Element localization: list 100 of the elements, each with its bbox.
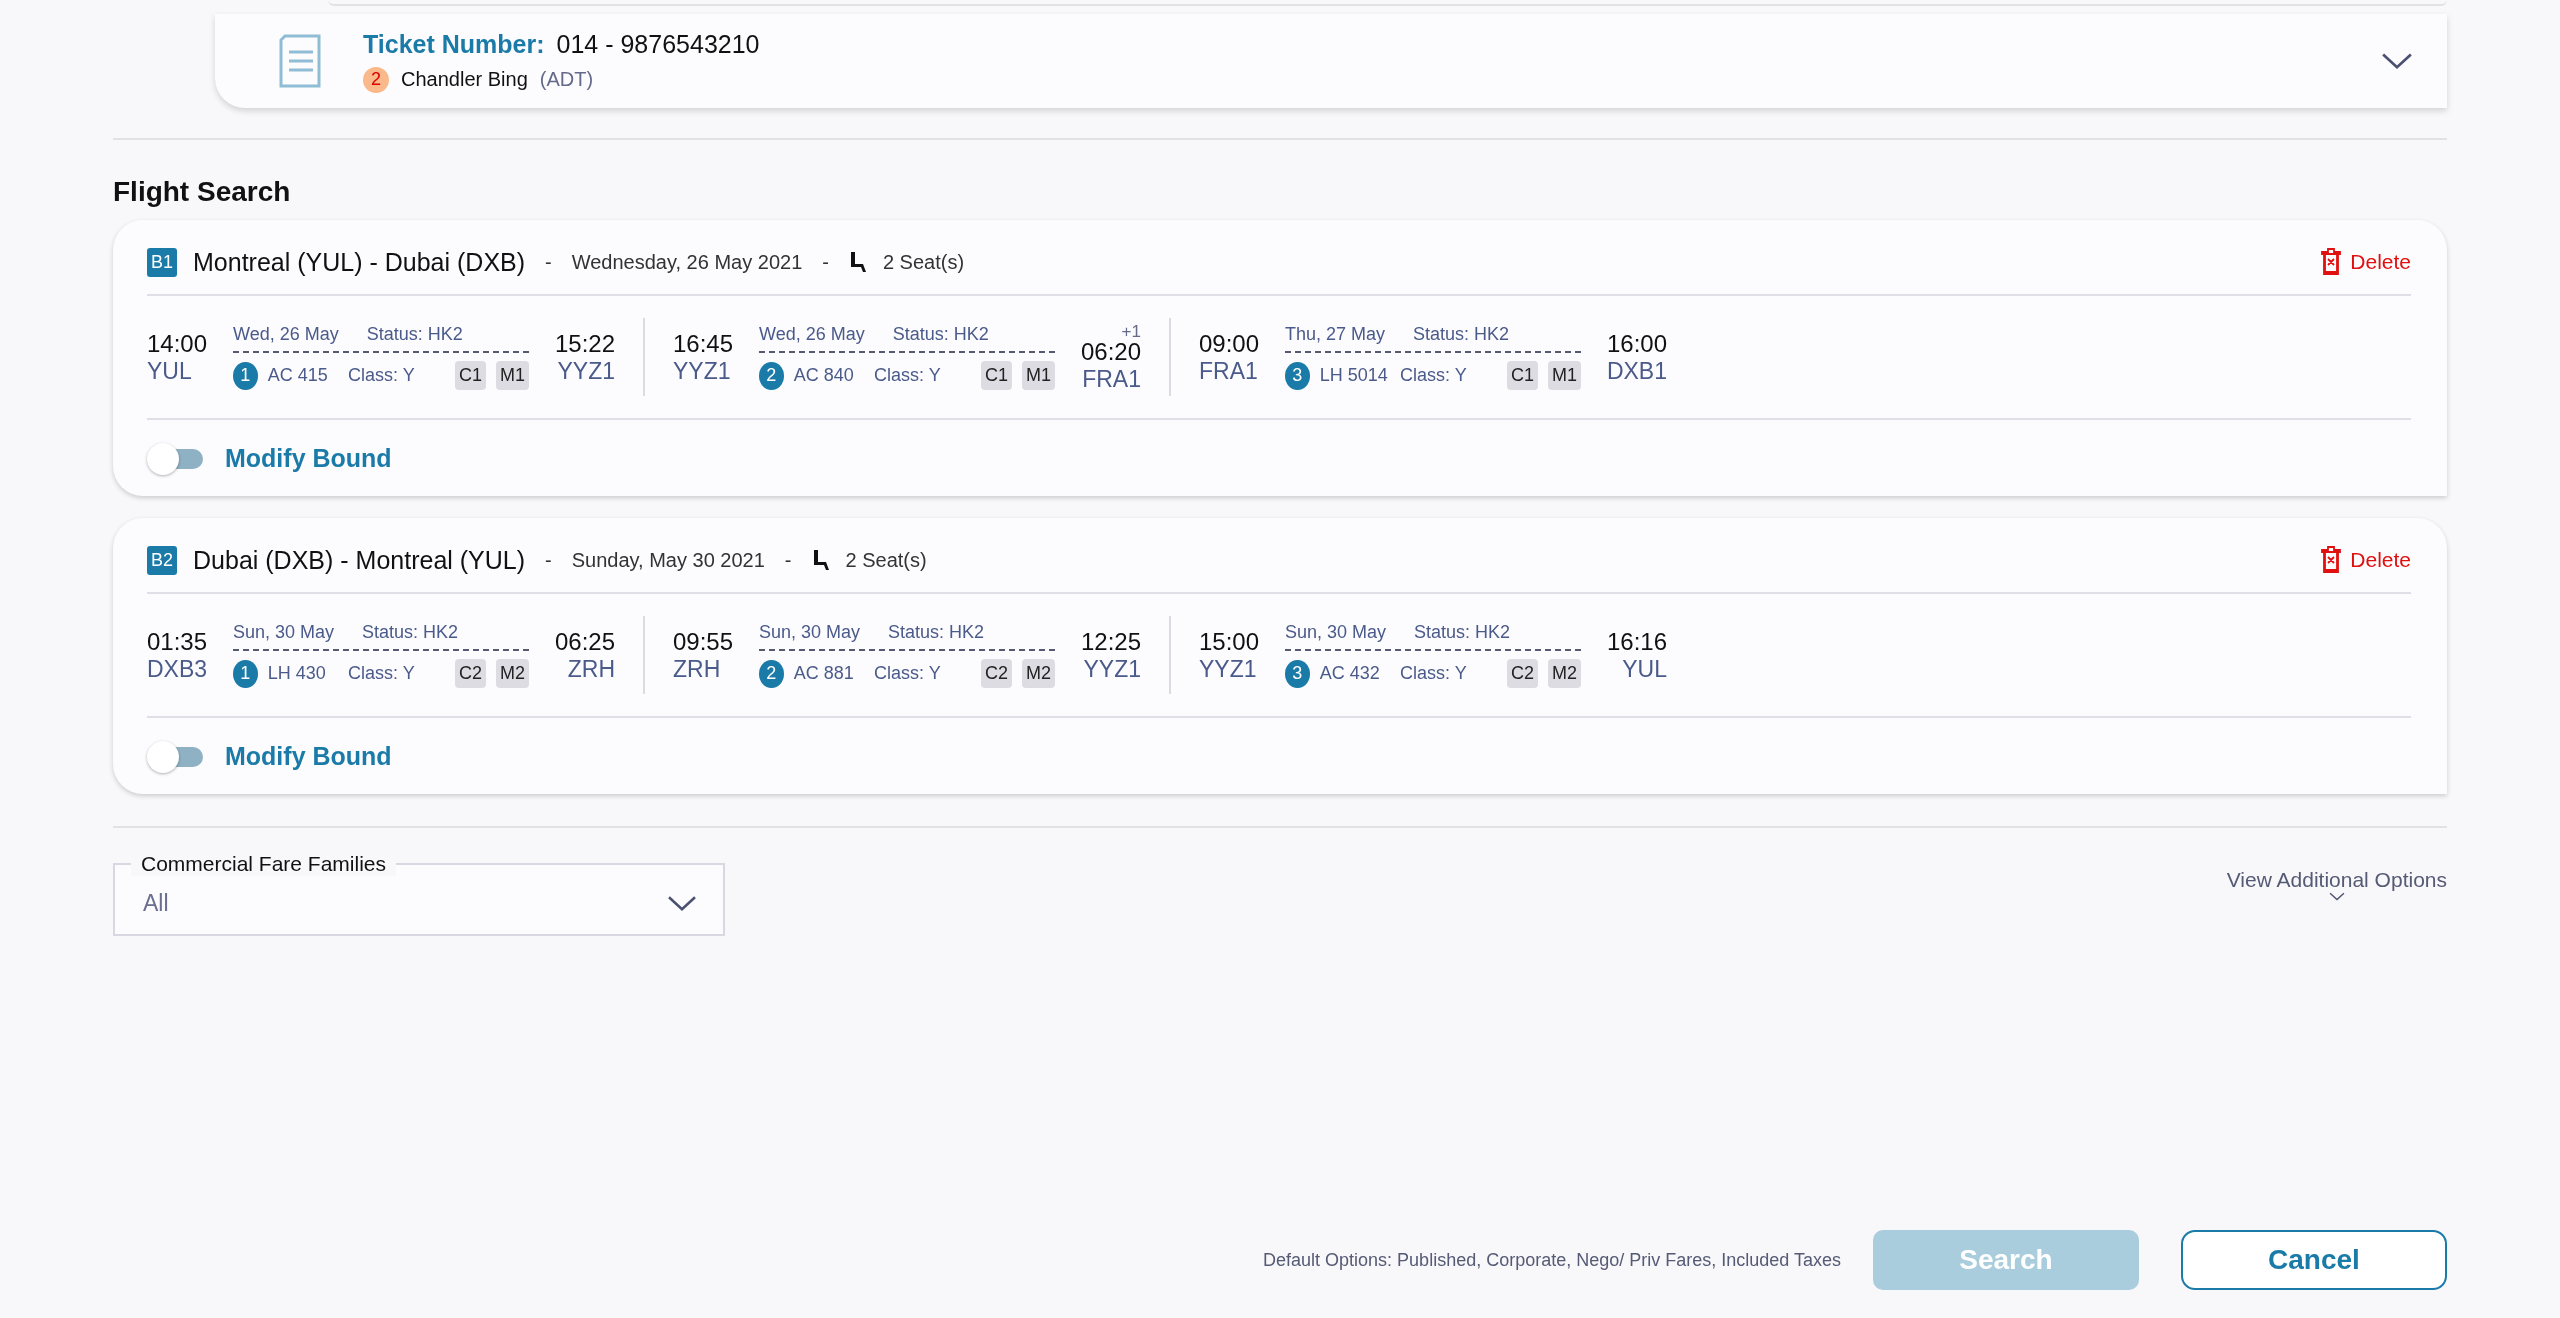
departure-airport: FRA1 xyxy=(1199,357,1258,385)
ticket-number-label: Ticket Number: xyxy=(363,29,545,59)
cancel-button[interactable]: Cancel xyxy=(2181,1230,2447,1290)
segment-status: Status: HK2 xyxy=(892,324,989,345)
separator-dash: - xyxy=(545,250,552,274)
flight-number: LH 5014 xyxy=(1319,365,1389,386)
fare-tag: C1 xyxy=(454,361,486,390)
flight-number: AC 415 xyxy=(267,365,329,386)
flight-number: AC 840 xyxy=(793,365,855,386)
departure-time: 16:45 xyxy=(673,329,734,358)
fare-tag: C2 xyxy=(980,659,1012,688)
fare-tag: M2 xyxy=(1022,659,1055,688)
section-title: Flight Search xyxy=(113,176,292,208)
segment-status: Status: HK2 xyxy=(1413,324,1510,345)
fare-tag: M2 xyxy=(496,659,529,688)
booking-class: Class: Y xyxy=(1400,365,1468,386)
departure-airport: YYZ1 xyxy=(1199,655,1257,683)
view-options-link[interactable]: View Additional Options xyxy=(2226,868,2447,901)
arrival-airport: YYZ1 xyxy=(557,357,615,385)
seat-icon xyxy=(811,549,830,571)
segment-date: Thu, 27 May xyxy=(1285,324,1386,345)
trash-icon xyxy=(2320,546,2343,574)
arrival-time: 12:25 xyxy=(1080,627,1141,656)
departure-time: 09:00 xyxy=(1199,329,1260,358)
arrival-time: 15:22 xyxy=(554,329,615,358)
segment-number: 1 xyxy=(233,659,258,688)
chevron-down-icon xyxy=(667,894,697,912)
ticket-number: 014 - 9876543210 xyxy=(556,29,760,59)
segment-number: 3 xyxy=(1285,361,1310,390)
separator-dash: - xyxy=(822,250,829,274)
departure-airport: ZRH xyxy=(673,655,721,683)
modify-bound-toggle[interactable] xyxy=(147,741,203,771)
bound-route: Dubai (DXB) - Montreal (YUL) xyxy=(193,545,526,575)
fare-tag: C1 xyxy=(1506,361,1538,390)
departure-time: 14:00 xyxy=(147,329,208,358)
bound-route: Montreal (YUL) - Dubai (DXB) xyxy=(193,247,526,277)
toggle-label: Modify Bound xyxy=(225,741,392,771)
trash-icon xyxy=(2320,248,2343,276)
flight-number: LH 430 xyxy=(267,663,327,684)
departure-time: 01:35 xyxy=(147,627,208,656)
caret-icon xyxy=(2328,892,2345,901)
booking-class: Class: Y xyxy=(874,663,942,684)
passenger-name: Chandler Bing xyxy=(401,68,528,91)
segment-number: 1 xyxy=(233,361,258,390)
segment-date: Wed, 26 May xyxy=(759,324,865,345)
fare-tag: M1 xyxy=(496,361,529,390)
segment-number: 2 xyxy=(759,659,784,688)
departure-time: 15:00 xyxy=(1199,627,1260,656)
seat-count: 2 Seat(s) xyxy=(882,250,965,274)
booking-class: Class: Y xyxy=(1400,663,1468,684)
booking-class: Class: Y xyxy=(348,663,416,684)
segment-date: Wed, 26 May xyxy=(233,324,339,345)
flight-number: AC 432 xyxy=(1319,663,1381,684)
arrival-airport: ZRH xyxy=(567,655,615,683)
arrival-time: 06:25 xyxy=(554,627,615,656)
segment-date: Sun, 30 May xyxy=(1285,622,1387,643)
bound-badge: B1 xyxy=(147,247,178,277)
seat-icon xyxy=(848,251,867,273)
booking-class: Class: Y xyxy=(348,365,416,386)
bound-date: Wednesday, 26 May 2021 xyxy=(571,250,803,274)
departure-airport: DXB3 xyxy=(147,655,208,683)
booking-class: Class: Y xyxy=(874,365,942,386)
passenger-type: (ADT) xyxy=(539,68,594,91)
document-icon xyxy=(277,34,323,88)
bound-date: Sunday, May 30 2021 xyxy=(571,548,765,572)
flight-number: AC 881 xyxy=(793,663,855,684)
fare-tag: M1 xyxy=(1548,361,1581,390)
toggle-label: Modify Bound xyxy=(225,443,392,473)
separator-dash: - xyxy=(545,548,552,572)
departure-airport: YUL xyxy=(147,357,192,385)
delete-button[interactable]: Delete xyxy=(2320,248,2411,276)
segment-status: Status: HK2 xyxy=(366,324,463,345)
departure-airport: YYZ1 xyxy=(673,357,731,385)
segment-status: Status: HK2 xyxy=(888,622,985,643)
modify-bound-toggle[interactable] xyxy=(147,443,203,473)
segment-number: 2 xyxy=(759,361,784,390)
departure-time: 09:55 xyxy=(673,627,734,656)
segment-number: 3 xyxy=(1285,659,1310,688)
fare-tag: C2 xyxy=(454,659,486,688)
default-options-note: Default Options: Published, Corporate, Nego/ Priv Fares, Included Taxes xyxy=(1263,1249,1841,1271)
seat-count: 2 Seat(s) xyxy=(845,548,927,572)
arrival-airport: YYZ1 xyxy=(1083,655,1141,683)
separator-dash: - xyxy=(784,548,792,572)
passenger-number: 2 xyxy=(363,66,389,93)
fare-tag: M1 xyxy=(1022,361,1055,390)
arrival-airport: DXB1 xyxy=(1606,357,1667,385)
arrival-airport: YUL xyxy=(1622,655,1667,683)
fare-tag: C1 xyxy=(980,361,1012,390)
segment-date: Sun, 30 May xyxy=(759,622,861,643)
arrival-airport: FRA1 xyxy=(1082,365,1141,393)
fare-tag: C2 xyxy=(1506,659,1538,688)
segment-status: Status: HK2 xyxy=(362,622,459,643)
delete-button[interactable]: Delete xyxy=(2320,546,2411,574)
arrival-time: 16:00 xyxy=(1606,329,1667,358)
bound-badge: B2 xyxy=(147,545,178,575)
fare-tag: M2 xyxy=(1548,659,1581,688)
segment-status: Status: HK2 xyxy=(1414,622,1511,643)
chevron-down-icon xyxy=(2381,52,2413,70)
arrival-time: 16:16 xyxy=(1606,627,1667,656)
segment-date: Sun, 30 May xyxy=(233,622,335,643)
